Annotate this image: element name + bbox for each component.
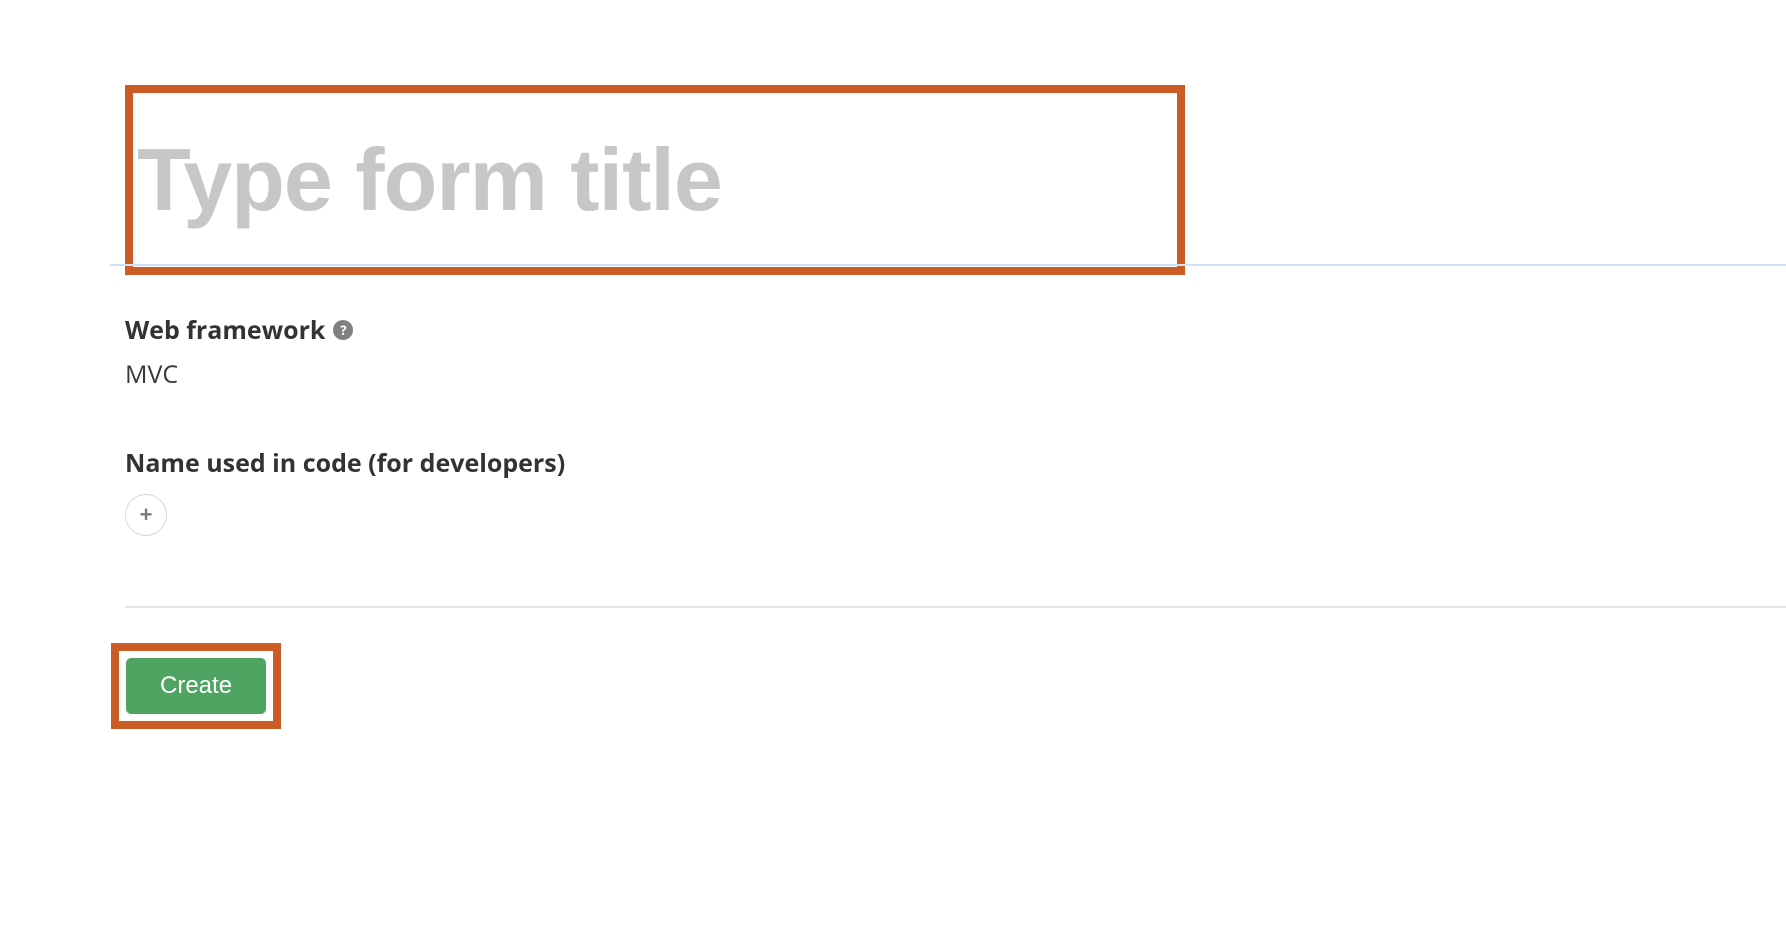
web-framework-value: MVC bbox=[125, 357, 1786, 391]
create-highlight-annotation: Create bbox=[111, 643, 281, 729]
form-container: Web framework ? MVC Name used in code (f… bbox=[0, 0, 1786, 729]
name-in-code-field: Name used in code (for developers) + bbox=[125, 446, 1786, 536]
name-in-code-label-text: Name used in code (for developers) bbox=[125, 446, 565, 480]
title-highlight-annotation bbox=[125, 85, 1185, 275]
section-divider bbox=[125, 606, 1786, 608]
web-framework-field: Web framework ? MVC bbox=[125, 313, 1786, 391]
web-framework-label: Web framework ? bbox=[125, 313, 1786, 347]
form-title-input[interactable] bbox=[133, 129, 1177, 231]
title-underline bbox=[110, 264, 1786, 266]
add-name-button[interactable]: + bbox=[125, 494, 167, 536]
help-icon[interactable]: ? bbox=[333, 320, 353, 340]
create-button[interactable]: Create bbox=[126, 658, 266, 714]
plus-icon: + bbox=[140, 502, 153, 528]
name-in-code-label: Name used in code (for developers) bbox=[125, 446, 1786, 480]
web-framework-label-text: Web framework bbox=[125, 313, 325, 347]
